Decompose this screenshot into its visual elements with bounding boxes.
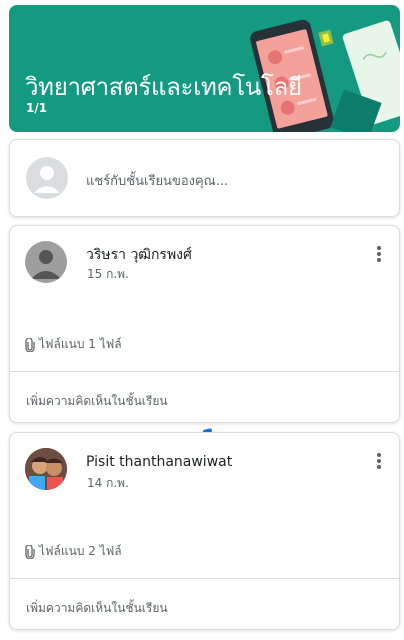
class-comment-input[interactable]: เพิ่มความคิดเห็นในชั้นเรียน xyxy=(26,392,168,411)
attachment-link[interactable]: ไฟล์แนบ 2 ไฟล์ xyxy=(25,542,122,561)
post-date: 15 ก.พ. xyxy=(87,267,129,281)
more-vert-icon[interactable] xyxy=(373,451,385,473)
author-avatar xyxy=(25,241,67,283)
author-avatar xyxy=(25,448,67,490)
post-card: วริษรา วุฒิกรพงศ์ 15 ก.พ. ไฟล์แนบ 1 ไฟล์… xyxy=(9,225,400,423)
class-comment-input[interactable]: เพิ่มความคิดเห็นในชั้นเรียน xyxy=(26,599,168,618)
default-avatar-icon xyxy=(34,166,60,193)
class-banner: วิทยาศาสตร์และเทคโนโลยี 1/1 xyxy=(9,5,400,132)
divider xyxy=(10,371,399,372)
default-avatar-icon xyxy=(31,250,61,279)
photo-avatar-icon xyxy=(25,448,67,490)
attachment-count: ไฟล์แนบ 1 ไฟล์ xyxy=(39,337,122,351)
post-date: 14 ก.พ. xyxy=(87,476,129,490)
class-section: 1/1 xyxy=(26,101,48,115)
share-box[interactable]: แชร์กับชั้นเรียนของคุณ... xyxy=(9,139,400,217)
paperclip-icon xyxy=(25,544,35,559)
user-avatar xyxy=(26,157,68,199)
post-author: วริษรา วุฒิกรพงศ์ xyxy=(86,247,192,263)
attachment-link[interactable]: ไฟล์แนบ 1 ไฟล์ xyxy=(25,335,122,354)
post-card: Pisit thanthanawiwat 14 ก.พ. ไฟล์แนบ 2 ไ… xyxy=(9,432,400,630)
post-author: Pisit thanthanawiwat xyxy=(86,454,233,470)
paperclip-icon xyxy=(25,337,35,352)
share-input[interactable]: แชร์กับชั้นเรียนของคุณ... xyxy=(86,170,228,191)
divider xyxy=(10,578,399,579)
more-vert-icon[interactable] xyxy=(373,244,385,266)
class-title: วิทยาศาสตร์และเทคโนโลยี xyxy=(25,73,302,101)
attachment-count: ไฟล์แนบ 2 ไฟล์ xyxy=(39,544,122,558)
